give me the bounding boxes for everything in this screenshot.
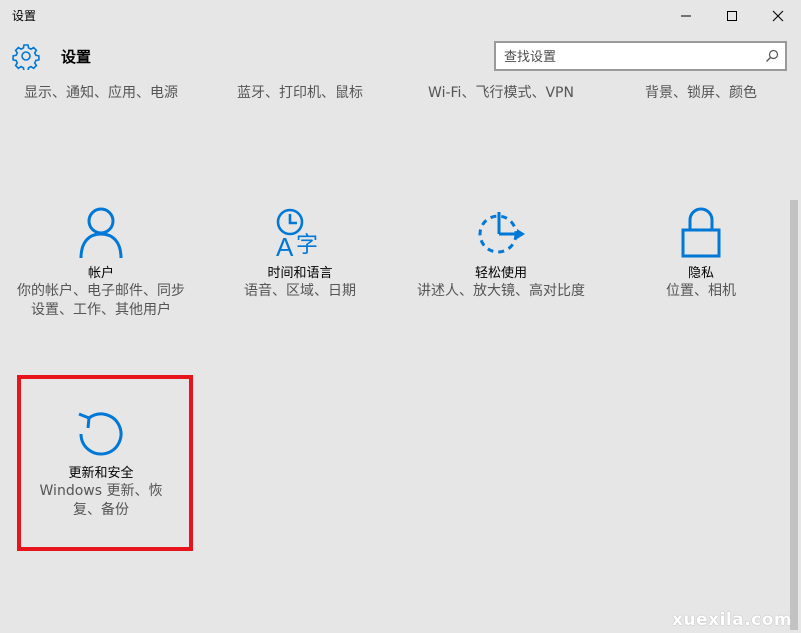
tile-description: 讲述人、放大镜、高对比度: [417, 283, 585, 299]
maximize-icon: [727, 11, 737, 21]
window-title: 设置: [12, 9, 37, 23]
tile-accounts[interactable]: 帐户 你的帐户、电子邮件、同步设置、工作、其他用户: [16, 200, 186, 350]
svg-text:A: A: [276, 232, 294, 260]
search-input[interactable]: [504, 47, 754, 67]
scrollbar[interactable]: [787, 80, 801, 633]
close-icon: [772, 10, 784, 22]
tile-privacy[interactable]: 隐私 位置、相机: [616, 200, 786, 350]
gear-icon: [12, 44, 40, 70]
settings-header: 设置: [0, 32, 801, 80]
personalization-tile-desc[interactable]: 背景、锁屏、颜色: [616, 84, 786, 102]
person-icon: [79, 207, 123, 259]
time-language-icon: A 字: [276, 208, 318, 260]
tile-label: 轻松使用: [474, 266, 527, 281]
search-box[interactable]: [494, 41, 787, 71]
system-tile-desc[interactable]: 显示、通知、应用、电源: [16, 84, 186, 102]
tile-ease-of-access[interactable]: 轻松使用 讲述人、放大镜、高对比度: [416, 200, 586, 350]
minimize-button[interactable]: [663, 0, 709, 32]
watermark: xuexila.com: [672, 610, 793, 630]
page-title: 设置: [61, 48, 92, 66]
ease-of-access-icon: [478, 212, 525, 254]
devices-tile-desc[interactable]: 蓝牙、打印机、鼠标: [215, 84, 385, 102]
scrollbar-thumb[interactable]: [790, 200, 798, 630]
settings-grid: 显示、通知、应用、电源 蓝牙、打印机、鼠标 Wi-Fi、飞行模式、VPN 背景、…: [0, 80, 787, 633]
tile-label: 帐户: [87, 266, 114, 281]
minimize-icon: [681, 15, 691, 17]
tile-label: 隐私: [687, 266, 714, 281]
network-tile-desc[interactable]: Wi-Fi、飞行模式、VPN: [416, 84, 586, 102]
lock-icon: [681, 207, 721, 258]
close-button[interactable]: [755, 0, 801, 32]
highlight-box: [17, 375, 193, 551]
svg-text:字: 字: [296, 233, 318, 258]
search-icon[interactable]: [765, 49, 779, 63]
tile-description: 语音、区域、日期: [244, 283, 356, 299]
title-bar: 设置: [0, 0, 801, 32]
tile-description: 你的帐户、电子邮件、同步设置、工作、其他用户: [17, 283, 185, 318]
tile-description: 位置、相机: [666, 283, 736, 299]
tile-time-language[interactable]: A 字 时间和语言 语音、区域、日期: [215, 200, 385, 350]
maximize-button[interactable]: [709, 0, 755, 32]
tile-label: 时间和语言: [267, 266, 333, 281]
